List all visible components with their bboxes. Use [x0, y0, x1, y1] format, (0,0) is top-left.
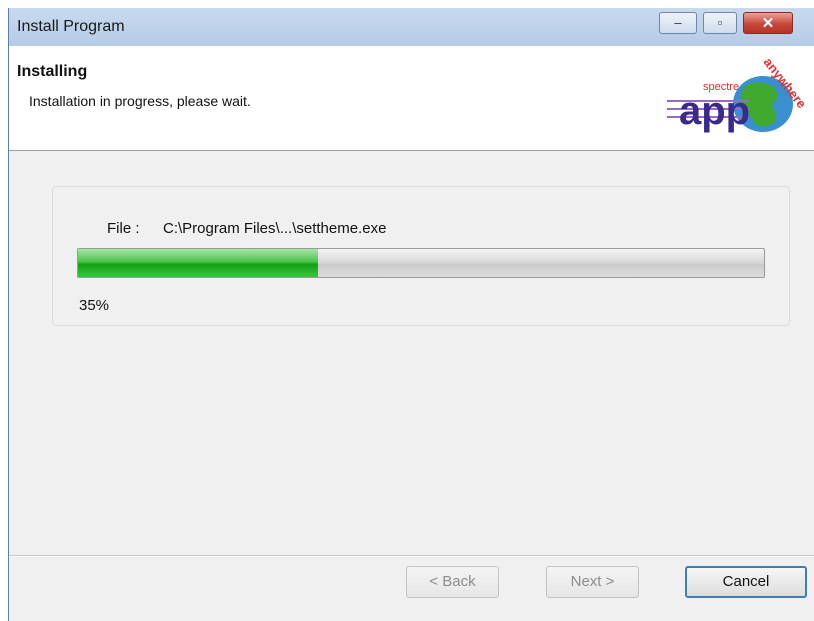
next-button[interactable]: Next > [546, 566, 639, 598]
file-label: File : [107, 220, 140, 237]
progress-fill [78, 249, 319, 277]
window-title: Install Program [17, 18, 125, 35]
progress-bar [77, 248, 765, 278]
close-button[interactable]: ✕ [743, 12, 793, 34]
cancel-button[interactable]: Cancel [685, 566, 807, 598]
install-window: Install Program – ▫ ✕ Installing Install… [8, 8, 814, 621]
progress-percent: 35% [79, 297, 110, 314]
spectre-app-anywhere-logo: spectre app anywhere [667, 56, 807, 133]
minimize-icon: – [674, 15, 682, 30]
title-bar[interactable]: Install Program – ▫ ✕ [9, 8, 814, 46]
current-file-path: C:\Program Files\...\settheme.exe [163, 220, 387, 237]
page-title: Installing [17, 63, 88, 80]
logo-app-text: app [679, 89, 750, 133]
footer-divider [9, 555, 814, 556]
maximize-button[interactable]: ▫ [703, 12, 737, 34]
maximize-icon: ▫ [717, 15, 723, 30]
minimize-button[interactable]: – [659, 12, 697, 34]
header-banner: Installing Installation in progress, ple… [9, 46, 814, 151]
close-icon: ✕ [761, 15, 775, 32]
page-subtitle: Installation in progress, please wait. [29, 93, 251, 109]
back-button[interactable]: < Back [406, 566, 499, 598]
progress-panel: File : C:\Program Files\...\settheme.exe… [52, 186, 790, 326]
